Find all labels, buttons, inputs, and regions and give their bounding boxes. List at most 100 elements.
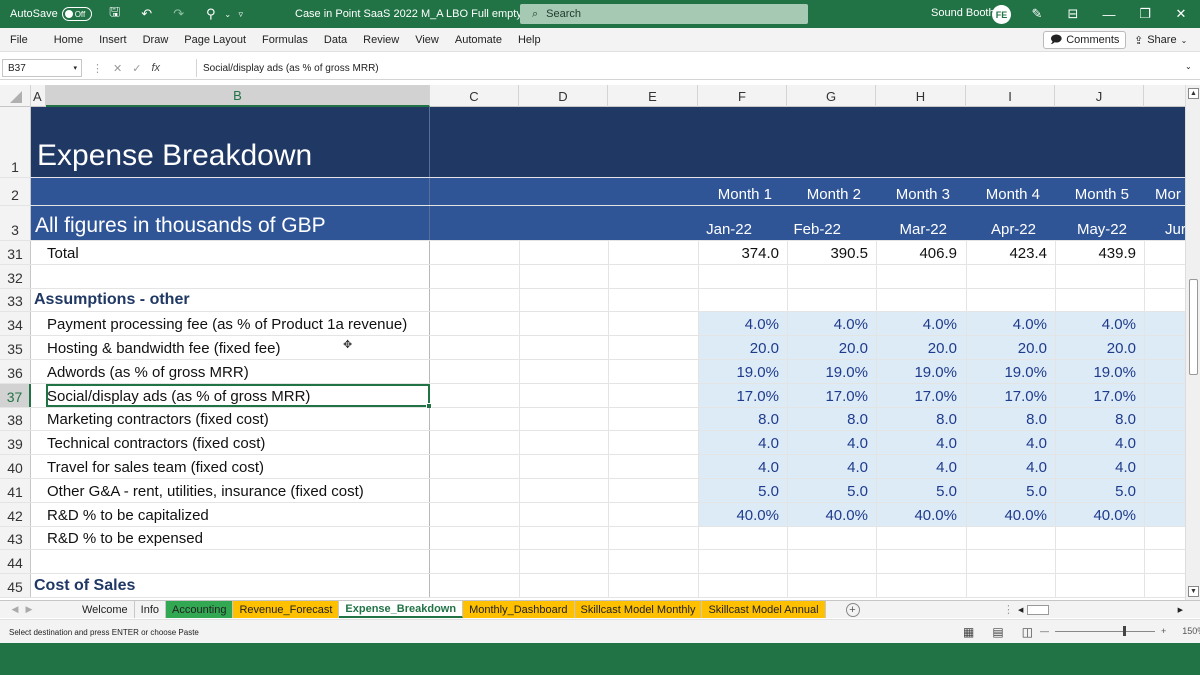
customize-toolbar-icon[interactable]: ▿ [234, 4, 248, 24]
value-cell[interactable]: 439.9 [1055, 241, 1136, 264]
value-cell[interactable]: 17.0% [966, 384, 1047, 407]
month-label[interactable]: Mor [1144, 178, 1185, 205]
row-number[interactable]: 1 [0, 107, 31, 177]
row-number[interactable]: 38 [0, 407, 31, 431]
sheet-tab[interactable]: Revenue_Forecast [233, 601, 340, 618]
tab-draw[interactable]: Draw [135, 34, 177, 46]
sheet-tab[interactable]: Info [135, 601, 167, 618]
insert-function-icon[interactable]: fx [151, 62, 160, 74]
value-cell[interactable]: 17.0% [787, 384, 868, 407]
value-cell[interactable]: 4.0% [698, 312, 779, 335]
column-header-b[interactable]: B [46, 85, 430, 107]
value-cell[interactable]: 406.9 [876, 241, 957, 264]
date-label[interactable]: Jan-22 [698, 206, 752, 240]
tab-help[interactable]: Help [510, 34, 549, 46]
value-cell[interactable]: 19.0% [1055, 360, 1136, 383]
value-cell[interactable]: 4.0 [876, 455, 957, 478]
row-label[interactable]: Travel for sales team (fixed cost) [31, 455, 430, 478]
value-cell[interactable]: 19.0% [876, 360, 957, 383]
date-label[interactable]: Apr-22 [966, 206, 1036, 240]
autosave-control[interactable]: AutoSave Off [10, 7, 92, 21]
avatar[interactable]: FE [992, 5, 1011, 24]
comments-button[interactable]: 🗩 Comments [1043, 31, 1127, 49]
value-cell[interactable]: 4.0 [787, 431, 868, 454]
month-label[interactable]: Month 5 [1055, 178, 1129, 205]
enter-icon[interactable]: ✓ [132, 62, 141, 75]
autosave-toggle[interactable]: Off [61, 7, 92, 21]
horizontal-scrollbar[interactable]: ⋮ ◀ ▶ [1003, 604, 1183, 616]
value-cell[interactable]: 20.0 [876, 336, 957, 359]
value-cell[interactable]: 8.0 [698, 408, 779, 431]
zoom-slider[interactable] [1055, 625, 1155, 636]
worksheet-grid[interactable]: 1 Expense Breakdown 2 Month 1 Month 2 Mo… [0, 107, 1185, 600]
value-cell[interactable]: 19.0% [698, 360, 779, 383]
scroll-down-icon[interactable]: ▼ [1188, 586, 1199, 597]
scroll-left-icon[interactable]: ◀ [1018, 606, 1023, 614]
tab-review[interactable]: Review [355, 34, 407, 46]
row-number[interactable]: 45 [0, 574, 31, 597]
normal-view-icon[interactable]: ▦ [963, 625, 974, 639]
value-cell[interactable]: 40.0% [787, 503, 868, 526]
tab-insert[interactable]: Insert [91, 34, 135, 46]
sheet-tab[interactable]: Skillcast Model Monthly [574, 601, 703, 618]
value-cell[interactable]: 8.0 [966, 408, 1047, 431]
row-label[interactable]: Hosting & bandwidth fee (fixed fee) [31, 336, 430, 359]
save-icon[interactable]: 🖫 [104, 4, 126, 24]
row-number[interactable]: 35 [0, 336, 31, 359]
value-cell[interactable]: 20.0 [1055, 336, 1136, 359]
month-label[interactable]: Month 4 [966, 178, 1040, 205]
value-cell[interactable]: 5.0 [876, 479, 957, 502]
expand-formula-icon[interactable]: ⌄ [1185, 62, 1192, 71]
page-layout-view-icon[interactable]: ▤ [992, 625, 1003, 639]
row-label[interactable]: Other G&A - rent, utilities, insurance (… [31, 479, 430, 502]
value-cell[interactable]: 4.0% [787, 312, 868, 335]
value-cell[interactable]: 4.0 [1055, 455, 1136, 478]
value-cell[interactable]: 423.4 [966, 241, 1047, 264]
value-cell[interactable]: 8.0 [787, 408, 868, 431]
tab-view[interactable]: View [407, 34, 447, 46]
value-cell[interactable]: 4.0 [966, 431, 1047, 454]
zoom-in-icon[interactable]: + [1161, 626, 1166, 636]
row-number[interactable]: 31 [0, 241, 31, 264]
value-cell[interactable]: 17.0% [1055, 384, 1136, 407]
page-break-view-icon[interactable]: ◫ [1022, 625, 1033, 639]
value-cell[interactable]: 8.0 [876, 408, 957, 431]
value-cell[interactable]: 17.0% [876, 384, 957, 407]
close-icon[interactable]: ✕ [1170, 4, 1192, 24]
row-number[interactable]: 37 [0, 383, 31, 407]
date-label[interactable]: Feb-22 [787, 206, 841, 240]
row-number[interactable]: 44 [0, 550, 31, 574]
row-number[interactable]: 36 [0, 360, 31, 383]
undo-icon[interactable]: ↶ [136, 4, 158, 24]
value-cell[interactable]: 8.0 [1055, 408, 1136, 431]
value-cell[interactable]: 19.0% [787, 360, 868, 383]
value-cell[interactable]: 40.0% [966, 503, 1047, 526]
value-cell[interactable]: 4.0 [698, 431, 779, 454]
value-cell[interactable]: 4.0 [787, 455, 868, 478]
sheet-subtitle[interactable]: All figures in thousands of GBP [31, 206, 430, 240]
format-painter-icon[interactable]: ⚲ [200, 4, 222, 24]
value-cell[interactable]: 40.0% [1055, 503, 1136, 526]
section-heading[interactable]: Assumptions - other [31, 288, 430, 312]
value-cell[interactable]: 20.0 [787, 336, 868, 359]
date-label[interactable]: Mar-22 [876, 206, 947, 240]
restore-icon[interactable]: ❐ [1134, 4, 1156, 24]
value-cell[interactable]: 5.0 [1055, 479, 1136, 502]
row-number[interactable]: 42 [0, 502, 31, 526]
zoom-knob[interactable] [1123, 625, 1126, 636]
value-cell[interactable]: 40.0% [876, 503, 957, 526]
name-box[interactable]: B37 ▾ [2, 59, 82, 77]
scroll-right-icon[interactable]: ▶ [1178, 606, 1183, 614]
row-number[interactable]: 43 [0, 526, 31, 550]
tab-data[interactable]: Data [316, 34, 355, 46]
tab-automate[interactable]: Automate [447, 34, 510, 46]
value-cell[interactable]: 20.0 [966, 336, 1047, 359]
column-header-i[interactable]: I [966, 85, 1055, 107]
month-label[interactable]: Month 3 [876, 178, 950, 205]
row-number[interactable]: 39 [0, 431, 31, 455]
column-header-j[interactable]: J [1055, 85, 1144, 107]
column-header-a[interactable]: A [31, 85, 46, 107]
date-label[interactable]: Jur [1144, 206, 1185, 240]
value-cell[interactable]: 4.0 [1055, 431, 1136, 454]
value-cell[interactable]: 5.0 [698, 479, 779, 502]
